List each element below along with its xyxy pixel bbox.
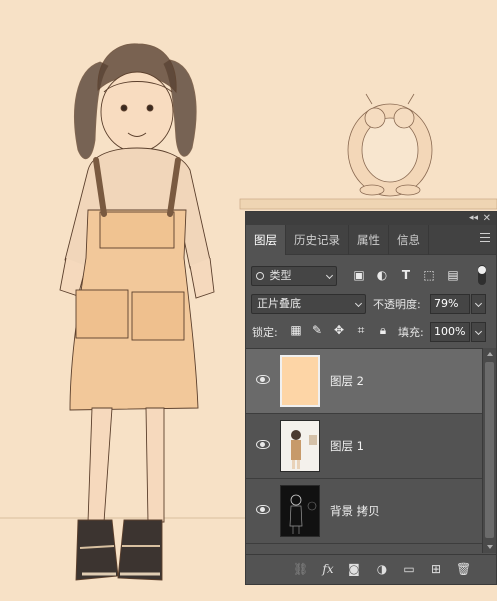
layer-name[interactable]: 背景 拷贝 <box>330 503 380 519</box>
filter-shape-icon[interactable]: ⬚ <box>422 267 436 283</box>
lock-artboard-icon[interactable]: ⌗ <box>354 322 368 338</box>
visibility-eye-icon[interactable] <box>256 375 270 384</box>
layer-thumbnail <box>280 485 320 537</box>
link-layers-icon[interactable]: ⛓ <box>293 562 308 576</box>
fill-input[interactable]: 100% <box>430 322 470 342</box>
lock-transparency-icon[interactable]: ▦ <box>289 322 303 338</box>
layer-name[interactable]: 图层 2 <box>330 373 364 389</box>
layers-bottom-toolbar: ⛓ fx ◙ ◑ ▭ ⊞ 🗑︎ <box>246 554 496 584</box>
tab-info[interactable]: 信息 <box>389 225 429 255</box>
tab-layers[interactable]: 图层 <box>246 225 286 255</box>
layer-row[interactable]: 图层 2 <box>246 349 482 414</box>
search-icon <box>256 272 264 280</box>
lock-paint-icon[interactable]: ✎ <box>310 322 324 338</box>
layer-name[interactable]: 图层 1 <box>330 438 364 454</box>
filter-smart-object-icon[interactable]: ▤ <box>446 267 460 283</box>
opacity-input[interactable]: 79% <box>430 294 470 314</box>
opacity-dropdown[interactable] <box>471 294 486 314</box>
visibility-eye-icon[interactable] <box>256 505 270 514</box>
tab-history[interactable]: 历史记录 <box>286 225 349 255</box>
fill-dropdown[interactable] <box>471 322 486 342</box>
lock-position-icon[interactable]: ✥ <box>332 322 346 338</box>
filter-adjustment-icon[interactable]: ◐ <box>375 267 389 283</box>
lock-all-icon[interactable]: 🔒︎ <box>376 322 390 338</box>
delete-layer-icon[interactable]: 🗑︎ <box>456 562 471 576</box>
tab-properties[interactable]: 属性 <box>349 225 389 255</box>
lock-label: 锁定: <box>252 326 278 339</box>
collapse-panel-icon[interactable]: ◂◂ <box>469 212 478 225</box>
layers-list: 图层 2 图层 1 背景 拷贝 <box>246 348 482 553</box>
visibility-eye-icon[interactable] <box>256 440 270 449</box>
fx-icon[interactable]: fx <box>321 562 335 576</box>
scrollbar-thumb[interactable] <box>485 362 494 538</box>
chevron-down-icon <box>474 327 483 336</box>
fill-label: 填充: <box>398 326 424 339</box>
opacity-label: 不透明度: <box>373 298 421 311</box>
add-mask-icon[interactable]: ◙ <box>347 562 361 576</box>
panel-titlebar: ◂◂ ✕ <box>246 212 496 225</box>
adjustment-layer-icon[interactable]: ◑ <box>375 562 389 576</box>
panel-menu-icon[interactable] <box>480 233 490 242</box>
close-panel-icon[interactable]: ✕ <box>483 212 491 225</box>
filter-pixel-icon[interactable]: ▣ <box>352 267 366 283</box>
panel-tabs: 图层 历史记录 属性 信息 <box>246 225 496 255</box>
new-group-icon[interactable]: ▭ <box>402 562 416 576</box>
filter-type-icon[interactable]: T <box>399 267 413 283</box>
layers-panel: ◂◂ ✕ 图层 历史记录 属性 信息 类型 ▣ ◐ T ⬚ ▤ 正片叠底 不透明… <box>245 211 497 585</box>
layer-filter-label: 类型 <box>269 269 292 282</box>
layer-row[interactable]: 图层 1 <box>246 414 482 479</box>
layers-scrollbar[interactable] <box>482 348 496 553</box>
layer-filter-select[interactable]: 类型 <box>251 266 337 286</box>
blend-mode-select[interactable]: 正片叠底 <box>251 294 366 314</box>
scroll-up-icon[interactable] <box>487 352 493 356</box>
chevron-down-icon <box>474 299 483 308</box>
chevron-down-icon <box>325 271 334 280</box>
blend-mode-value: 正片叠底 <box>257 297 301 310</box>
layer-thumbnail <box>280 355 320 407</box>
scroll-down-icon[interactable] <box>487 545 493 549</box>
filter-toggle[interactable] <box>478 265 486 285</box>
new-layer-icon[interactable]: ⊞ <box>429 562 443 576</box>
layer-row[interactable]: 背景 拷贝 <box>246 479 482 544</box>
chevron-down-icon <box>354 299 363 308</box>
layer-thumbnail <box>280 420 320 472</box>
